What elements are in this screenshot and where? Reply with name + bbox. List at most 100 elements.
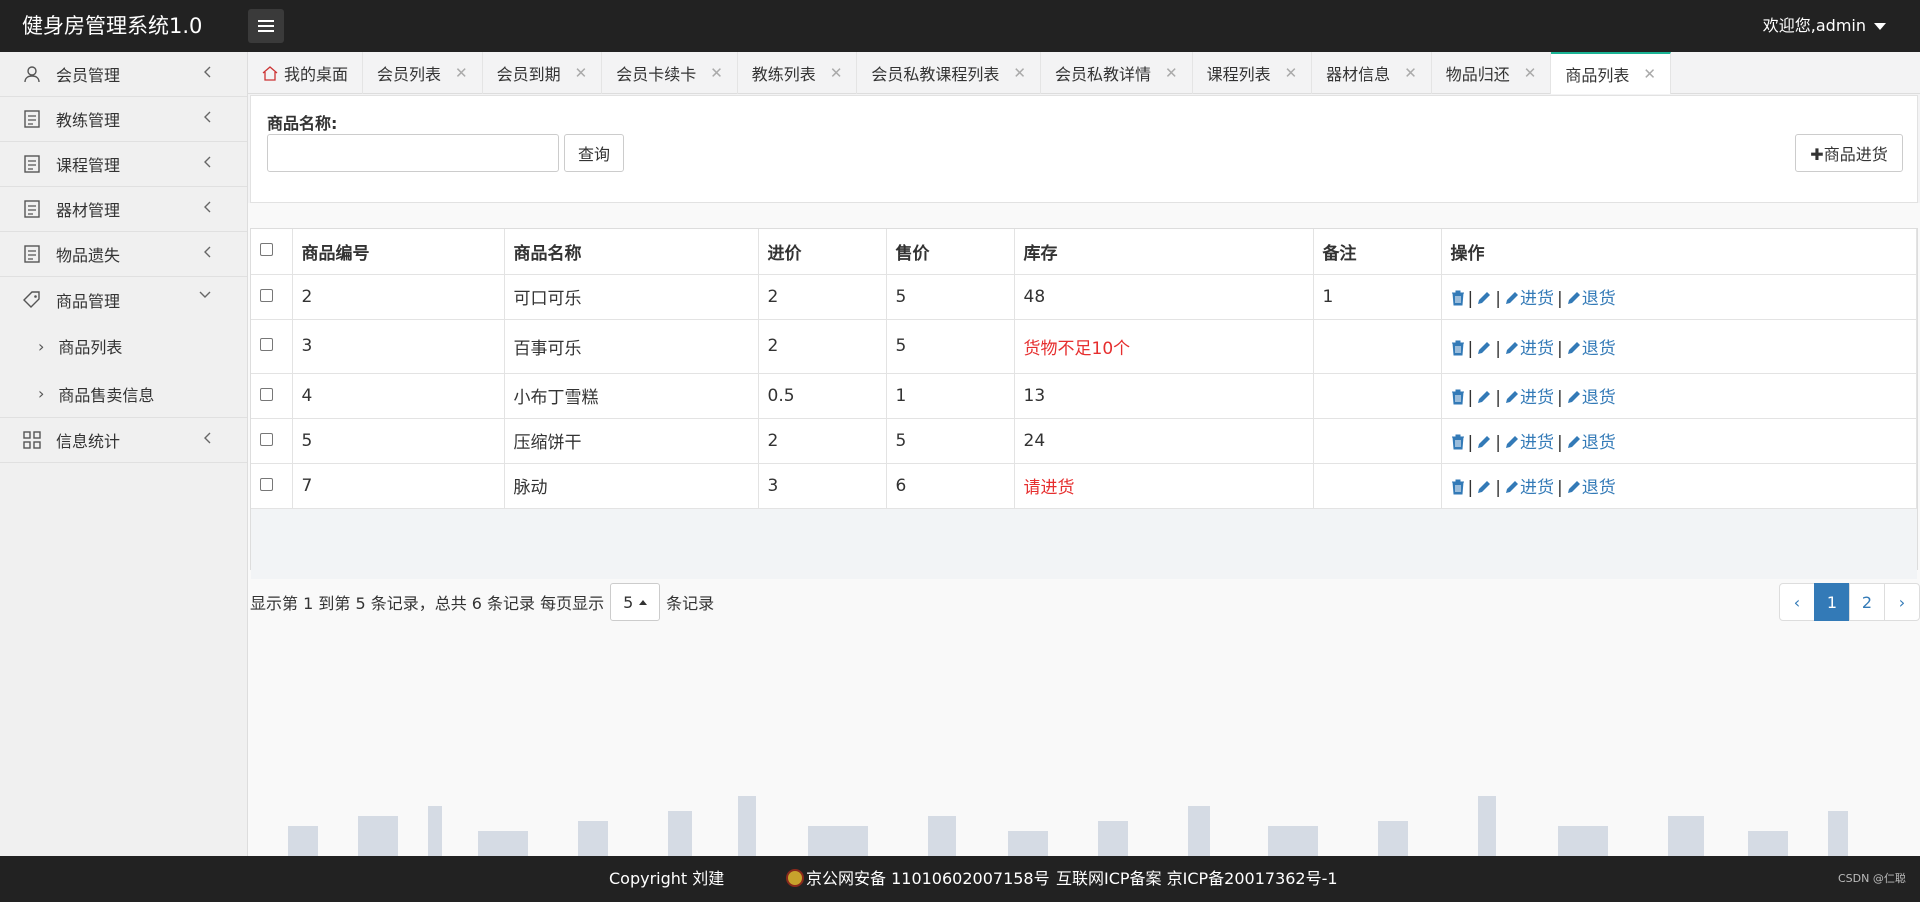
delete-icon[interactable] (1451, 289, 1465, 309)
tab-equipment-info[interactable]: 器材信息 ✕ (1312, 52, 1432, 94)
restock-label: 进货 (1519, 478, 1554, 498)
cell-name: 百事可乐 (504, 319, 759, 374)
sidebar-item-coaches[interactable]: 教练管理 (0, 97, 247, 142)
separator: | (1467, 478, 1474, 498)
tab-my-desktop[interactable]: 我的桌面 (248, 52, 364, 94)
cell-price: 5 (886, 274, 1015, 320)
tab-label: 商品列表 (1565, 66, 1630, 85)
column-header[interactable]: 进价 (758, 229, 887, 275)
close-icon[interactable]: ✕ (1404, 64, 1417, 82)
return-action[interactable]: 退货 (1566, 289, 1616, 309)
restock-action[interactable]: 进货 (1504, 388, 1554, 408)
user-greeting: 欢迎您,admin (1762, 16, 1866, 35)
restock-label: 进货 (1519, 338, 1554, 359)
footer-copyright: Copyright 刘建 (609, 869, 725, 888)
column-header[interactable]: 库存 (1014, 229, 1314, 275)
close-icon[interactable]: ✕ (830, 64, 843, 82)
sidebar-item-courses[interactable]: 课程管理 (0, 142, 247, 187)
close-icon[interactable]: ✕ (1165, 64, 1178, 82)
tab-member-list[interactable]: 会员列表 ✕ (363, 52, 483, 94)
return-action[interactable]: 退货 (1566, 339, 1616, 359)
chevron-left-icon (204, 246, 211, 258)
tab-course-list[interactable]: 课程列表 ✕ (1193, 52, 1313, 94)
restock-action[interactable]: 进货 (1504, 289, 1554, 309)
row-checkbox[interactable] (260, 387, 273, 401)
column-header[interactable]: 商品编号 (292, 229, 505, 275)
delete-icon[interactable] (1451, 478, 1465, 498)
column-header[interactable]: 售价 (886, 229, 1015, 275)
edit-icon[interactable] (1476, 478, 1492, 498)
home-icon (262, 65, 278, 81)
sidebar-subitem-product-sales[interactable]: › 商品售卖信息 (0, 370, 247, 418)
edit-icon[interactable] (1476, 339, 1492, 359)
close-icon[interactable]: ✕ (1643, 65, 1656, 83)
tab-card-renewal[interactable]: 会员卡续卡 ✕ (602, 52, 738, 94)
tab-private-course-detail[interactable]: 会员私教详情 ✕ (1041, 52, 1193, 94)
edit-icon[interactable] (1476, 388, 1492, 408)
column-header[interactable]: 备注 (1313, 229, 1442, 275)
row-checkbox[interactable] (260, 432, 273, 446)
restock-action[interactable]: 进货 (1504, 433, 1554, 453)
sidebar-item-members[interactable]: 会员管理 (0, 52, 247, 97)
sidebar-subitem-product-list[interactable]: › 商品列表 (0, 322, 247, 370)
close-icon[interactable]: ✕ (575, 64, 588, 82)
return-action[interactable]: 退货 (1566, 433, 1616, 453)
page-2-button[interactable]: 2 (1849, 583, 1885, 621)
edit-icon[interactable] (1476, 289, 1492, 309)
table-row: 3 百事可乐 2 5 货物不足10个 | | 进货 | 退货 (251, 319, 1917, 374)
tab-label: 会员私教详情 (1054, 65, 1151, 84)
close-icon[interactable]: ✕ (710, 64, 723, 82)
product-name-input[interactable] (267, 134, 559, 172)
footer-police-text: 京公网安备 11010602007158号 (806, 869, 1050, 888)
close-icon[interactable]: ✕ (455, 64, 468, 82)
restock-action[interactable]: 进货 (1504, 339, 1554, 359)
return-label: 退货 (1581, 478, 1616, 498)
tag-icon (22, 290, 42, 310)
tab-coach-list[interactable]: 教练列表 ✕ (738, 52, 858, 94)
csdn-watermark: CSDN @仁聪 (1838, 872, 1906, 885)
tab-product-list[interactable]: 商品列表 ✕ (1551, 52, 1671, 94)
footer-police-record[interactable]: 京公网安备 11010602007158号 (786, 856, 1050, 902)
close-icon[interactable]: ✕ (1013, 64, 1026, 82)
pencil-icon (1567, 481, 1580, 493)
return-action[interactable]: 退货 (1566, 388, 1616, 408)
row-checkbox[interactable] (260, 288, 273, 302)
row-checkbox[interactable] (260, 338, 273, 351)
sidebar-subitem-label: 商品售卖信息 (58, 385, 155, 405)
sidebar-item-equipment[interactable]: 器材管理 (0, 187, 247, 232)
tab-member-expiry[interactable]: 会员到期 ✕ (483, 52, 603, 94)
cell-cost: 2 (758, 274, 887, 320)
close-icon[interactable]: ✕ (1524, 64, 1537, 82)
prev-page-button[interactable]: ‹ (1779, 583, 1815, 621)
sidebar-item-statistics[interactable]: 信息统计 (0, 418, 247, 463)
delete-icon[interactable] (1451, 388, 1465, 408)
row-actions: | | 进货 | 退货 (1441, 418, 1917, 464)
query-button[interactable]: 查询 (564, 134, 624, 172)
sidebar-item-products[interactable]: 商品管理 (0, 277, 247, 322)
chevron-right-icon: › (38, 336, 45, 356)
document-icon (22, 154, 42, 174)
edit-icon[interactable] (1476, 433, 1492, 453)
select-all-checkbox[interactable] (260, 243, 273, 257)
sidebar-item-lost-items[interactable]: 物品遗失 (0, 232, 247, 277)
pagination-info-prefix: 显示第 1 到第 5 条记录，总共 6 条记录 每页显示 (250, 594, 605, 613)
tab-item-return[interactable]: 物品归还 ✕ (1432, 52, 1552, 94)
column-header[interactable]: 商品名称 (504, 229, 759, 275)
document-icon (22, 109, 42, 129)
row-actions: | | 进货 | 退货 (1441, 463, 1917, 509)
footer-icp[interactable]: 互联网ICP备案 京ICP备20017362号-1 (1056, 856, 1338, 902)
row-checkbox[interactable] (260, 477, 273, 491)
restock-action[interactable]: 进货 (1504, 478, 1554, 498)
close-icon[interactable]: ✕ (1285, 64, 1298, 82)
page-size-dropdown[interactable]: 5 (610, 583, 661, 621)
menu-toggle-button[interactable] (248, 9, 284, 43)
page-1-button[interactable]: 1 (1814, 583, 1850, 621)
next-page-button[interactable]: › (1884, 583, 1920, 621)
delete-icon[interactable] (1451, 433, 1465, 453)
cell-cost: 2 (758, 418, 887, 464)
return-action[interactable]: 退货 (1566, 478, 1616, 498)
tab-private-course-list[interactable]: 会员私教课程列表 ✕ (857, 52, 1041, 94)
product-restock-button[interactable]: ✚商品进货 (1795, 134, 1903, 172)
delete-icon[interactable] (1451, 339, 1465, 359)
user-menu[interactable]: 欢迎您,admin (1763, 0, 1886, 52)
